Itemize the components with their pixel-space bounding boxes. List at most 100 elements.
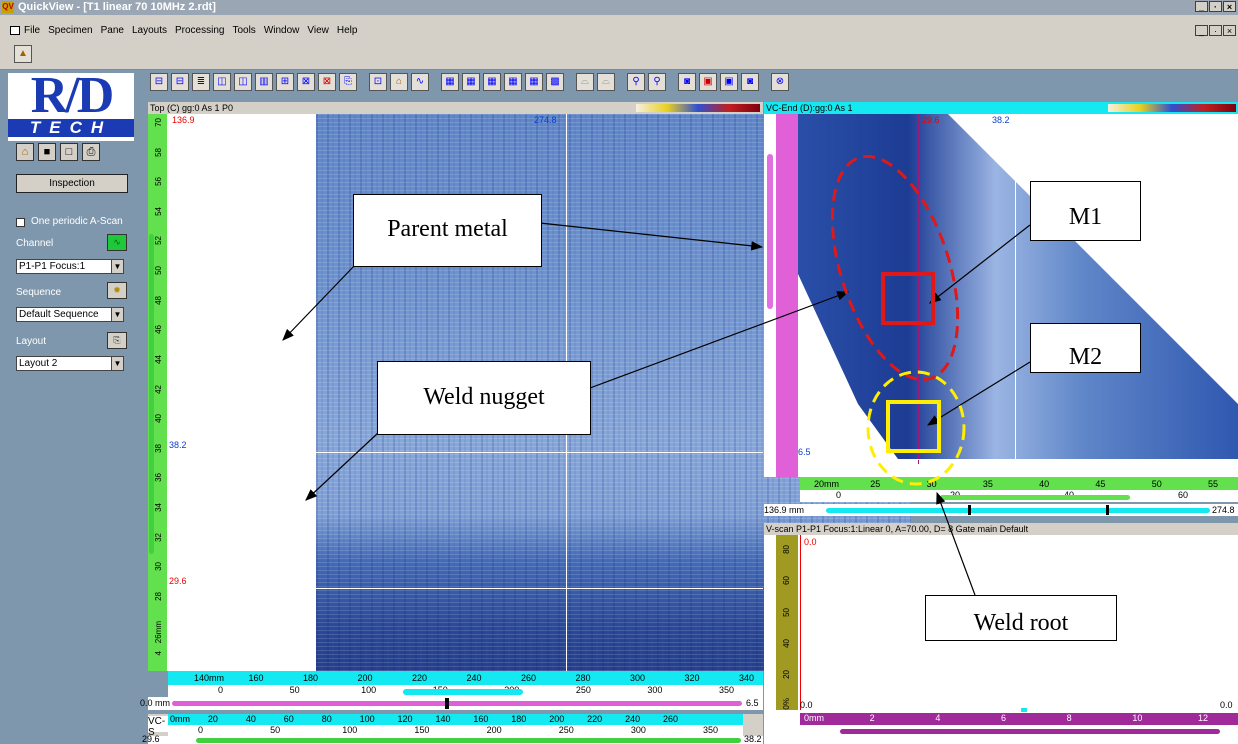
bottom-scrollbar[interactable]: 29.6 38.2 — [142, 734, 763, 744]
end-scroll-track[interactable] — [826, 508, 1210, 513]
mdi-close-button[interactable]: × — [1223, 25, 1236, 36]
table-3-icon[interactable]: ▦ — [483, 73, 501, 91]
open-view-icon[interactable]: ⊡ — [369, 73, 387, 91]
zoom-icon[interactable]: ⚲ — [627, 73, 645, 91]
menu-help[interactable]: Help — [337, 25, 358, 36]
bottom-scale-tick-label: 120 — [397, 714, 413, 724]
cursor-line-low[interactable] — [168, 588, 763, 589]
wizard-icon[interactable]: ▲ — [14, 45, 32, 63]
table-6-icon[interactable]: ▩ — [546, 73, 564, 91]
layout-3-icon[interactable]: ≣ — [192, 73, 210, 91]
window-controls: _ · × — [1195, 1, 1236, 12]
layout-edit-icon[interactable]: ⎘ — [339, 73, 357, 91]
end-scroll-handle-b[interactable] — [1106, 505, 1109, 515]
layout-select[interactable]: Layout 2 ▼ — [16, 356, 124, 371]
end-cursor-depth-line[interactable] — [798, 459, 1238, 460]
index-tick-label: 100 — [361, 685, 377, 695]
gate-1-icon[interactable]: ⌓ — [576, 73, 594, 91]
menu-layouts[interactable]: Layouts — [132, 25, 167, 36]
sequence-select[interactable]: Default Sequence ▼ — [16, 307, 124, 322]
layout-1-icon[interactable]: ⊟ — [150, 73, 168, 91]
app-logo-icon: QV — [2, 1, 14, 13]
vscan-scroll-track[interactable] — [840, 729, 1220, 734]
menu-processing[interactable]: Processing — [175, 25, 224, 36]
menu-file[interactable]: File — [24, 25, 40, 36]
end-scroll-right-value: 274.8 — [1212, 505, 1235, 515]
bottom-pane: VC-S 0mm 20 40 60 80 100 120 140 160 180 200 220 240… — [142, 714, 763, 744]
vertical-tick-label: 44 — [154, 354, 163, 364]
open-folder-icon[interactable]: ⌂ — [390, 73, 408, 91]
index-scroll-thumb[interactable] — [403, 689, 523, 695]
end-view-header: VC-End (D):gg:0 As 1 — [764, 102, 1238, 114]
vertical-tick-label: 4 — [154, 651, 163, 656]
inspection-button[interactable]: Inspection — [16, 174, 128, 193]
vscan-scrollbar[interactable] — [800, 725, 1238, 744]
end-view-scroll-thumb[interactable] — [767, 154, 773, 309]
data-cursor-icon[interactable]: ◙ — [741, 73, 759, 91]
end-cursor-line-a[interactable] — [918, 114, 919, 464]
end-view-scrollbar[interactable]: 136.9 mm 274.8 — [764, 504, 1238, 516]
end-view-scroll[interactable] — [764, 114, 776, 477]
table-5-icon[interactable]: ▦ — [525, 73, 543, 91]
minimize-button[interactable]: _ — [1195, 1, 1208, 12]
mdi-minimize-button[interactable]: _ — [1195, 25, 1208, 36]
channel-select[interactable]: P1-P1 Focus:1 ▼ — [16, 259, 124, 274]
zoom-reset-icon[interactable]: ⚲ — [648, 73, 666, 91]
chevron-down-icon[interactable]: ▼ — [111, 308, 123, 321]
end-view-image[interactable] — [798, 114, 1238, 477]
menu-window[interactable]: Window — [264, 25, 300, 36]
layout-delete-icon[interactable]: ⊠ — [318, 73, 336, 91]
end-index-scroll-thumb[interactable] — [940, 495, 1130, 500]
menu-view[interactable]: View — [307, 25, 329, 36]
layout-2-icon[interactable]: ⊟ — [171, 73, 189, 91]
gate-2-icon[interactable]: ⌓ — [597, 73, 615, 91]
vscan-cursor-line[interactable] — [800, 535, 801, 710]
document-icon[interactable] — [10, 26, 20, 35]
print-icon[interactable]: ⎙ — [82, 143, 100, 161]
cursor-line-mid[interactable] — [168, 452, 763, 453]
chevron-down-icon[interactable]: ▼ — [111, 357, 123, 370]
end-cursor-line-b[interactable] — [1015, 114, 1016, 464]
layout-select-value: Layout 2 — [19, 358, 58, 369]
scale-tick-label: 260 — [521, 673, 537, 683]
scale-tick-label: 200 — [357, 673, 373, 683]
end-scale-tick-label: 55 — [1208, 479, 1219, 489]
scale-tick-label: 240 — [466, 673, 482, 683]
periodic-ascan-checkbox[interactable] — [16, 218, 25, 227]
bottom-scroll-track[interactable] — [196, 738, 741, 743]
mdi-restore-button[interactable]: · — [1209, 25, 1222, 36]
save-icon[interactable]: ■ — [38, 143, 56, 161]
sequence-gear-icon[interactable]: ✹ — [107, 282, 127, 299]
table-1-icon[interactable]: ▦ — [441, 73, 459, 91]
ref-cursor-icon[interactable]: ▣ — [699, 73, 717, 91]
restore-button[interactable]: · — [1209, 1, 1222, 12]
new-file-icon[interactable]: □ — [60, 143, 78, 161]
menu-tools[interactable]: Tools — [232, 25, 255, 36]
layout-5-icon[interactable]: ◫ — [234, 73, 252, 91]
menu-specimen[interactable]: Specimen — [48, 25, 92, 36]
scrollbar-handle[interactable] — [445, 698, 449, 709]
vertical-tick-label: 52 — [154, 236, 163, 246]
chevron-down-icon[interactable]: ▼ — [111, 260, 123, 273]
layout-6-icon[interactable]: ▥ — [255, 73, 273, 91]
layout-7-icon[interactable]: ⊞ — [276, 73, 294, 91]
channel-signal-icon[interactable]: ∿ — [107, 234, 127, 251]
layout-close-icon[interactable]: ⊠ — [297, 73, 315, 91]
end-scroll-handle-a[interactable] — [968, 505, 971, 515]
menu-pane[interactable]: Pane — [101, 25, 124, 36]
bottom-scale-tick-label: 200 — [549, 714, 565, 724]
open-file-icon[interactable]: ⌂ — [16, 143, 34, 161]
layout-4-icon[interactable]: ◫ — [213, 73, 231, 91]
report-icon[interactable]: ⊗ — [771, 73, 789, 91]
close-button[interactable]: × — [1223, 1, 1236, 12]
scrollbar-track[interactable] — [172, 701, 742, 706]
meas-cursor-icon[interactable]: ▣ — [720, 73, 738, 91]
top-view-scrollbar[interactable]: 0.0 mm 6.5 — [140, 697, 763, 710]
cursor-icon[interactable]: ◙ — [678, 73, 696, 91]
layout-edit-icon[interactable]: ⎘ — [107, 332, 127, 349]
signal-icon[interactable]: ∿ — [411, 73, 429, 91]
table-4-icon[interactable]: ▦ — [504, 73, 522, 91]
table-2-icon[interactable]: ▦ — [462, 73, 480, 91]
top-view-title: Top (C) gg:0 As 1 P0 — [150, 103, 234, 113]
bottom-scale-tick-label: 100 — [359, 714, 375, 724]
